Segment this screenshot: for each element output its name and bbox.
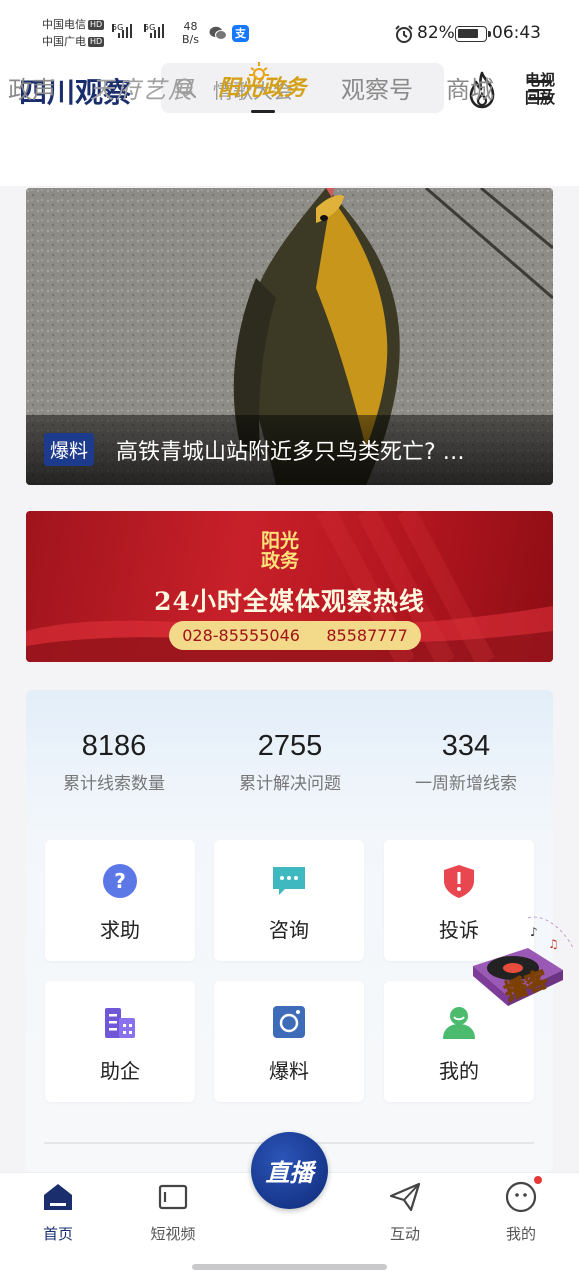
carrier2: 中国广电	[42, 35, 86, 48]
banner-headline: 24小时全媒体观察热线	[154, 587, 425, 616]
hero-card[interactable]: 爆料 高铁青城山站附近多只鸟类死亡? …	[26, 188, 553, 485]
phone-number-2: 85587777	[326, 626, 408, 645]
hd-badge: HD	[88, 37, 105, 47]
home-indicator[interactable]	[192, 1264, 387, 1270]
complaint-shield-icon	[444, 865, 474, 898]
nav-interact[interactable]: 互动	[365, 1181, 445, 1244]
tile-assist-business[interactable]: 助企	[45, 981, 195, 1102]
profile-face-icon	[505, 1181, 537, 1213]
help-icon: ?	[103, 864, 137, 898]
active-tab-indicator	[251, 110, 275, 113]
phone-number-1: 028-85555046	[182, 626, 300, 645]
tile-consult[interactable]: 咨询	[214, 840, 364, 961]
tile-help[interactable]: ? 求助	[45, 840, 195, 961]
podcast-float-icon[interactable]: ♪ ♫ 播客	[468, 908, 578, 1020]
home-icon	[44, 1184, 72, 1210]
paper-plane-icon	[389, 1182, 421, 1212]
tab-channel-5[interactable]: 商城	[446, 70, 494, 105]
alarm-icon	[395, 25, 413, 43]
tab-channel-2[interactable]: 天府艺展	[90, 70, 194, 105]
signal-icon: 5G	[112, 24, 132, 38]
news-tag: 爆料	[44, 433, 95, 466]
svg-text:♫: ♫	[548, 937, 559, 951]
signal-icon: 5G	[144, 24, 164, 38]
wechat-icon	[209, 26, 227, 40]
svg-text:♪: ♪	[530, 925, 538, 939]
battery-percent: 82%	[417, 23, 455, 43]
tile-report[interactable]: 爆料	[214, 981, 364, 1102]
hotline-banner[interactable]: 阳光 政务 24小时全媒体观察热线 028-85555046 85587777	[26, 511, 553, 662]
chat-icon	[273, 867, 305, 895]
hd-badge: HD	[88, 20, 105, 30]
stat-weekly-new: 334 一周新增线索	[415, 730, 517, 794]
sun-icon	[249, 62, 269, 80]
notification-dot	[534, 1176, 542, 1184]
alipay-icon: 支	[232, 25, 249, 42]
nav-short-video[interactable]: 短视频	[133, 1181, 213, 1244]
tab-channel-4[interactable]: 观察号	[341, 70, 413, 105]
carrier-info: 中国电信 HD 中国广电 HD	[42, 16, 105, 50]
svg-text:?: ?	[114, 869, 126, 893]
tab-channel-1[interactable]: 政声	[8, 70, 56, 105]
nav-home[interactable]: 首页	[18, 1181, 98, 1244]
hero-title: 高铁青城山站附近多只鸟类死亡? …	[116, 440, 465, 465]
live-button[interactable]: 直播	[251, 1132, 328, 1209]
network-speed: 48 B/s	[182, 20, 199, 46]
stat-solved: 2755 累计解决问题	[239, 730, 341, 794]
nav-mine[interactable]: 我的	[481, 1181, 561, 1244]
sunshine-gov-logo: 阳光 政务	[261, 530, 300, 572]
tab-channel-3[interactable]: 阳光政务	[218, 62, 306, 102]
stat-total-clues: 8186 累计线索数量	[63, 730, 165, 794]
clock: 06:43	[492, 23, 541, 43]
status-bar: 中国电信 HD 中国广电 HD 5G 5G 48 B/s 支 82% 06:43	[0, 0, 579, 60]
camera-icon	[273, 1006, 305, 1038]
hero-caption: 爆料 高铁青城山站附近多只鸟类死亡? …	[26, 415, 553, 485]
video-icon	[158, 1184, 188, 1210]
menu-icon[interactable]	[528, 80, 552, 100]
battery-icon	[455, 26, 491, 42]
carrier1: 中国电信	[42, 18, 86, 31]
hotline-numbers: 028-85555046 85587777	[169, 621, 421, 650]
building-icon	[105, 1008, 135, 1038]
